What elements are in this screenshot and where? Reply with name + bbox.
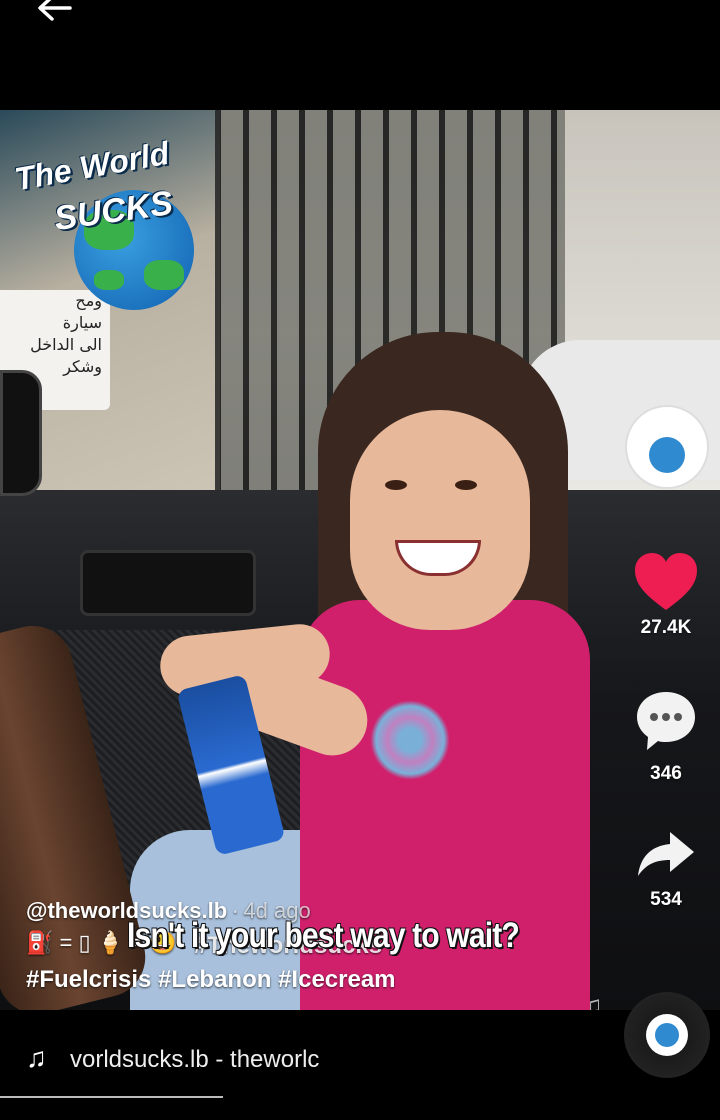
share-button[interactable]: 534 bbox=[625, 830, 707, 911]
sound-title[interactable]: vorldsucks.lb - theworlc bbox=[70, 1046, 342, 1074]
like-count: 27.4K bbox=[640, 617, 692, 638]
sound-disc-button[interactable] bbox=[624, 992, 710, 1078]
video-player[interactable]: ومح سيارة الى الداخل وشكر The World SUCK… bbox=[0, 110, 720, 1010]
share-count: 534 bbox=[650, 889, 682, 910]
side-mirror bbox=[0, 370, 42, 496]
back-arrow-icon[interactable] bbox=[34, 0, 74, 28]
heart-icon bbox=[635, 553, 697, 610]
creator-avatar[interactable] bbox=[625, 405, 709, 489]
music-note-icon: ♫ bbox=[26, 1042, 47, 1073]
comment-button[interactable]: 346 bbox=[625, 690, 707, 785]
comment-count: 346 bbox=[650, 763, 682, 784]
globe-icon bbox=[649, 437, 685, 473]
girl-face bbox=[350, 410, 530, 630]
like-button[interactable]: 27.4K bbox=[625, 552, 707, 639]
share-icon bbox=[638, 832, 694, 876]
video-progress-bar[interactable] bbox=[0, 1096, 224, 1098]
globe-icon bbox=[655, 1023, 679, 1047]
video-burned-caption: Isn't it your best way to wait? bbox=[127, 916, 520, 955]
the-world-sucks-logo: The World SUCKS bbox=[8, 130, 218, 310]
door-handle bbox=[80, 550, 256, 616]
hashtags[interactable]: #Fuelcrisis #Lebanon #Icecream bbox=[26, 966, 616, 994]
music-bar: ♫ vorldsucks.lb - theworlc bbox=[0, 992, 720, 1120]
comment-icon bbox=[637, 692, 695, 750]
